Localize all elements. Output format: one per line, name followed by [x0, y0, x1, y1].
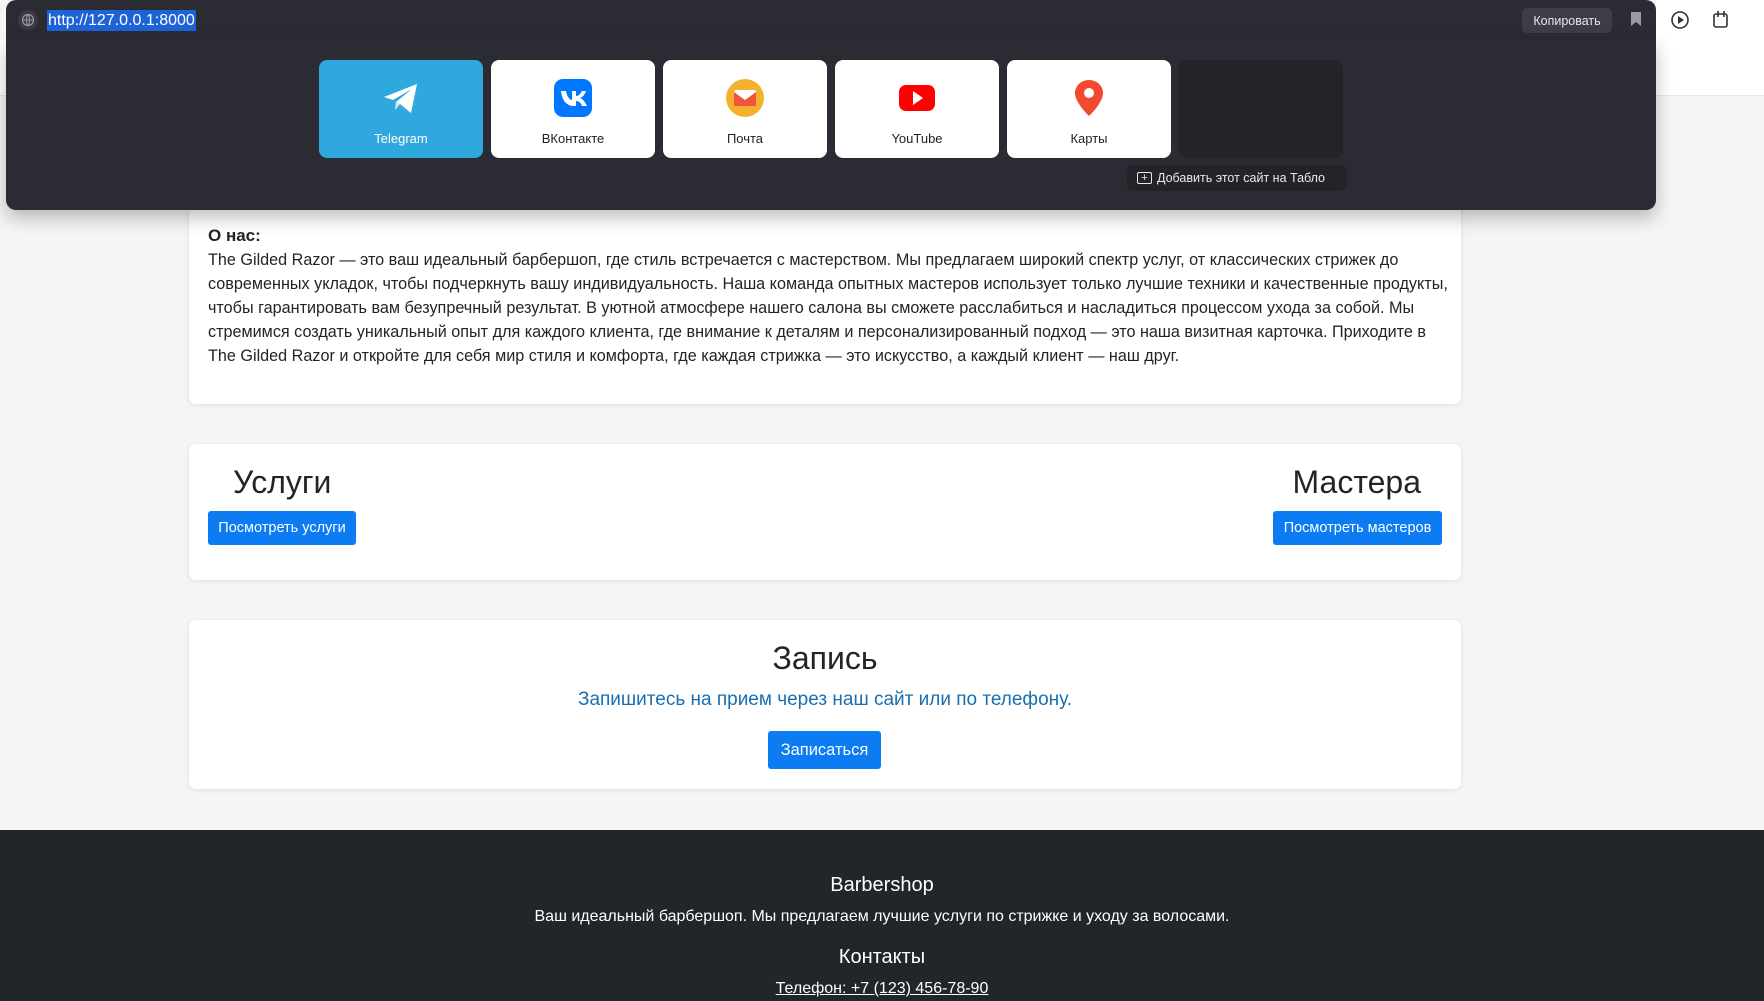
- url-input[interactable]: http://127.0.0.1:8000: [47, 10, 196, 31]
- tile-mail[interactable]: Почта: [663, 60, 827, 158]
- view-masters-button[interactable]: Посмотреть мастеров: [1273, 511, 1442, 545]
- booking-title: Запись: [772, 640, 878, 676]
- browser-toolbar-right: [1656, 0, 1764, 40]
- tile-label: Telegram: [374, 131, 428, 146]
- tile-label: Почта: [726, 131, 764, 146]
- about-text: The Gilded Razor — это ваш идеальный бар…: [208, 251, 1448, 365]
- tile-label: Карты: [1070, 131, 1108, 146]
- add-site-label: Добавить этот сайт на Табло: [1157, 171, 1325, 185]
- mail-icon: [726, 79, 764, 117]
- quick-access-popup: Telegram ВКонтакте Почта YouTube Карты +…: [6, 40, 1656, 210]
- booking-text: Запишитесь на прием через наш сайт или п…: [577, 689, 1073, 710]
- booking-card: Запись Запишитесь на прием через наш сай…: [189, 620, 1461, 789]
- vk-icon: [554, 79, 592, 117]
- youtube-icon: [899, 85, 935, 111]
- footer-description: Ваш идеальный барбершоп. Мы предлагаем л…: [534, 908, 1230, 925]
- services-masters-card: Услуги Посмотреть услуги Мастера Посмотр…: [189, 444, 1461, 580]
- media-play-icon[interactable]: [1670, 9, 1692, 31]
- services-title: Услуги: [233, 464, 332, 500]
- view-services-button[interactable]: Посмотреть услуги: [208, 511, 356, 545]
- book-button[interactable]: Записаться: [768, 731, 881, 769]
- add-icon: +: [1137, 172, 1152, 184]
- address-bar: http://127.0.0.1:8000 Копировать: [6, 0, 1656, 40]
- masters-title: Мастера: [1292, 464, 1422, 500]
- site-info-icon[interactable]: [18, 10, 38, 30]
- bookmark-icon[interactable]: [1630, 11, 1642, 27]
- about-label: О нас:: [208, 226, 261, 245]
- footer: Barbershop Ваш идеальный барбершоп. Мы п…: [0, 830, 1764, 1001]
- tile-youtube[interactable]: YouTube: [835, 60, 999, 158]
- tile-vk[interactable]: ВКонтакте: [491, 60, 655, 158]
- footer-contacts-title: Контакты: [838, 946, 926, 968]
- add-site-to-dashboard-button[interactable]: + Добавить этот сайт на Табло: [1127, 165, 1347, 191]
- tile-label: YouTube: [891, 131, 943, 146]
- extensions-icon[interactable]: [1710, 9, 1732, 31]
- telegram-icon: [384, 84, 417, 113]
- tile-telegram[interactable]: Telegram: [319, 60, 483, 158]
- maps-pin-icon: [1075, 80, 1103, 116]
- tile-empty-slot[interactable]: [1179, 60, 1343, 158]
- footer-brand: Barbershop: [830, 874, 934, 896]
- tile-label: ВКонтакте: [541, 131, 605, 146]
- tile-maps[interactable]: Карты: [1007, 60, 1171, 158]
- footer-phone-link[interactable]: Телефон: +7 (123) 456-78-90: [0, 980, 1764, 998]
- copy-url-button[interactable]: Копировать: [1522, 8, 1612, 33]
